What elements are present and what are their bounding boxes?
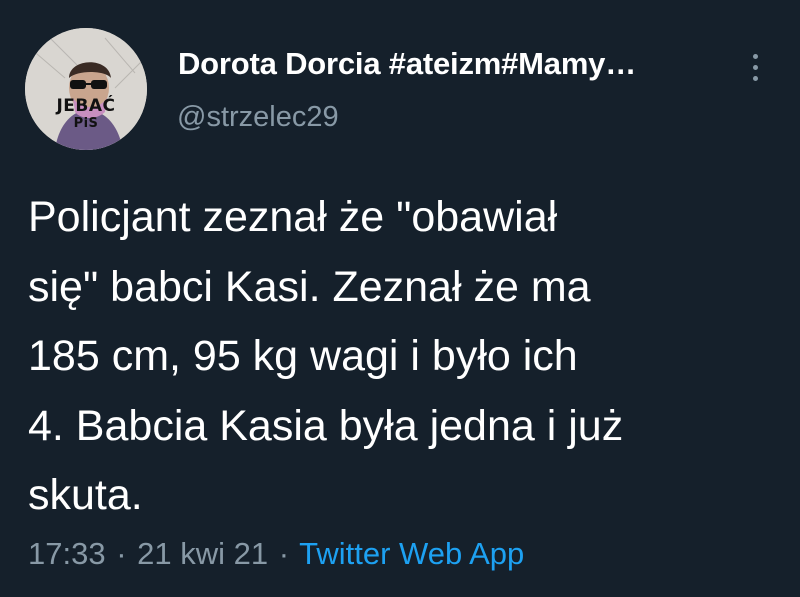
tweet-time[interactable]: 17:33	[28, 536, 106, 571]
tweet-meta: 17:33 · 21 kwi 21 · Twitter Web App	[28, 536, 524, 572]
avatar-text-line1: JEBAĆ	[56, 96, 116, 116]
tweet-date[interactable]: 21 kwi 21	[137, 536, 268, 571]
meta-separator: ·	[116, 536, 127, 571]
avatar[interactable]: JEBAĆ PiS	[25, 28, 147, 150]
avatar-text-line2: PiS	[73, 116, 99, 131]
more-vertical-icon[interactable]	[740, 48, 770, 88]
more-dot	[753, 65, 758, 70]
meta-separator: ·	[278, 536, 290, 571]
more-dot	[753, 76, 758, 81]
tweet-text: Policjant zeznał że "obawiał się" babci …	[28, 183, 788, 531]
tweet-text-line: skuta.	[28, 471, 143, 519]
tweet-text-line: Policjant zeznał że "obawiał	[28, 193, 558, 241]
tweet-text-line: 185 cm, 95 kg wagi i było ich	[28, 332, 578, 380]
avatar-image	[25, 28, 147, 150]
tweet-source-link[interactable]: Twitter Web App	[299, 536, 524, 571]
tweet-text-line: 4. Babcia Kasia była jedna i już	[28, 401, 624, 450]
display-name[interactable]: Dorota Dorcia #ateizm#Mamy…	[178, 46, 636, 82]
user-handle[interactable]: @strzelec29	[177, 101, 339, 134]
tweet-card: JEBAĆ PiS Dorota Dorcia #ateizm#Mamy… @s…	[0, 0, 800, 597]
more-dot	[753, 54, 758, 59]
tweet-text-line: się" babci Kasi. Zeznał że ma	[28, 262, 591, 311]
